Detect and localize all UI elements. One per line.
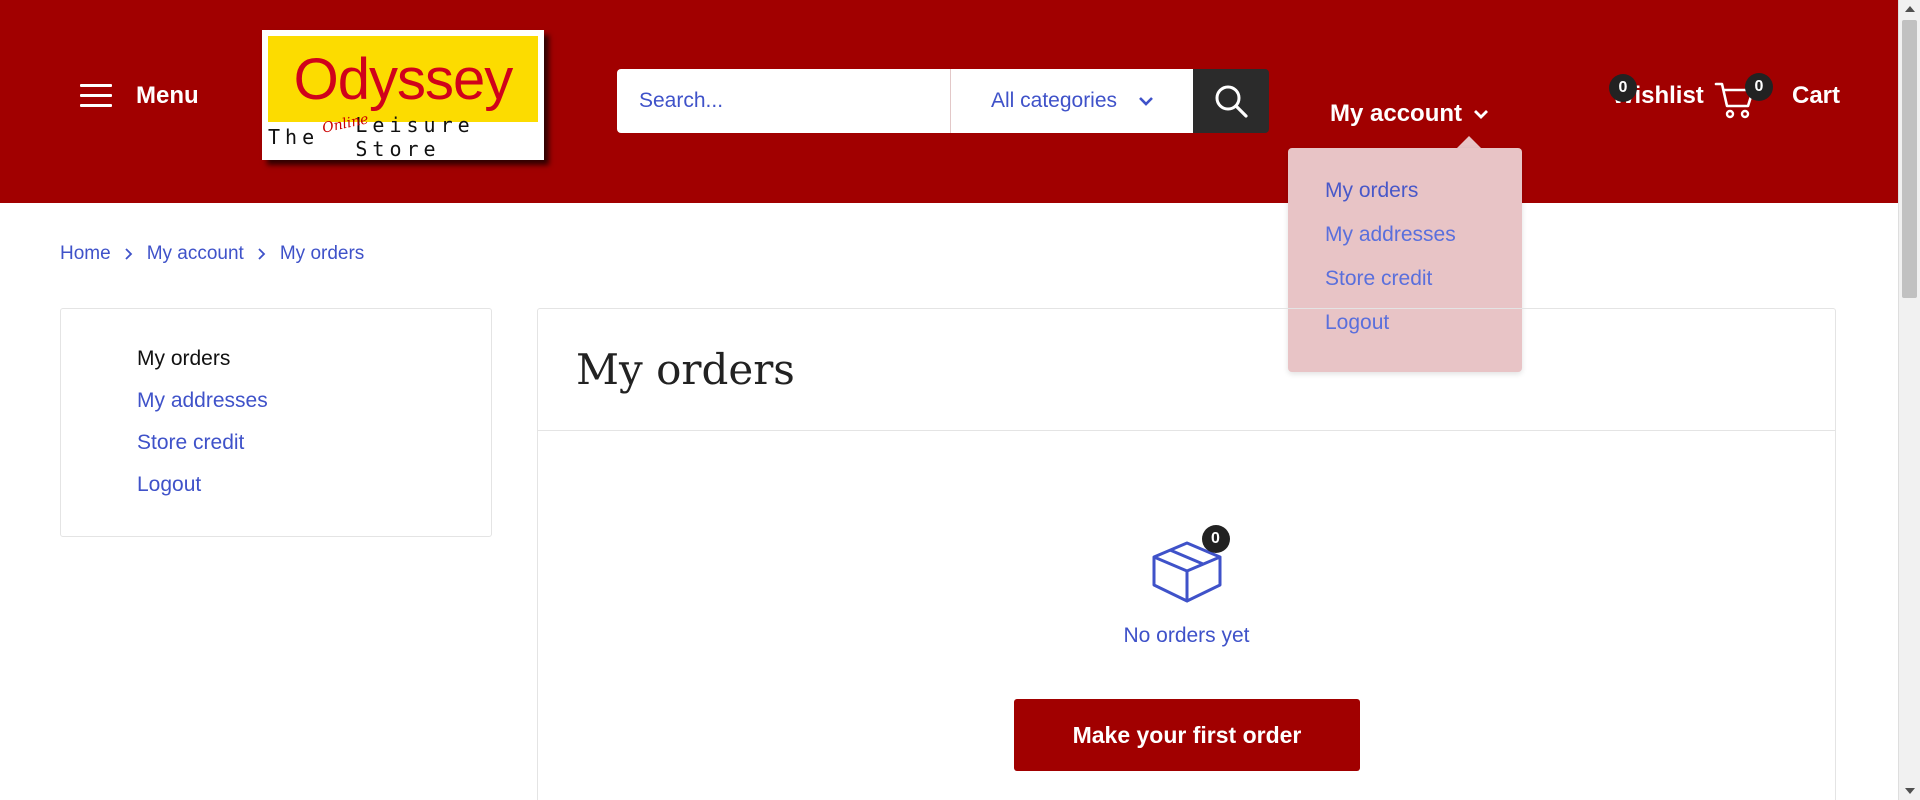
search-icon [1215,85,1248,118]
sidebar-item-logout[interactable]: Logout [137,473,491,515]
logo-tagline: The Leisure Store Online [268,111,475,161]
sidebar-item-store-credit[interactable]: Store credit [137,431,491,473]
site-header: Menu Odyssey The Leisure Store Online Al… [0,0,1898,203]
category-select-label: All categories [990,89,1118,112]
my-account-label: My account [1330,100,1463,127]
breadcrumb-my-orders[interactable]: My orders [280,243,364,265]
chevron-down-icon [1474,110,1489,119]
search-bar: All categories [617,69,1269,133]
scroll-up-arrow[interactable] [1905,6,1915,12]
dropdown-item-my-addresses[interactable]: My addresses [1325,222,1522,266]
empty-state-text: No orders yet [1123,624,1250,647]
empty-state: 0 No orders yet [538,525,1835,648]
page-scrollbar[interactable] [1898,0,1920,800]
account-sidebar: My orders My addresses Store credit Logo… [60,308,492,537]
scroll-thumb[interactable] [1902,20,1917,298]
cart-link[interactable]: Cart [1792,82,1840,110]
search-button[interactable] [1193,69,1269,133]
hamburger-icon [80,84,112,108]
sidebar-item-my-orders[interactable]: My orders [137,347,491,389]
breadcrumb-my-account[interactable]: My account [147,243,244,265]
chevron-right-icon [125,248,132,260]
store-logo[interactable]: Odyssey The Leisure Store Online [262,30,544,161]
search-input[interactable] [617,69,951,133]
orders-card-header: My orders [538,309,1835,431]
menu-label: Menu [136,82,199,109]
my-account-toggle[interactable]: My account [1330,100,1489,128]
wishlist-count-badge: 0 [1609,74,1637,102]
category-select[interactable]: All categories [951,69,1193,133]
chevron-down-icon [1139,97,1153,106]
breadcrumb: Home My account My orders [60,243,364,265]
page: Menu Odyssey The Leisure Store Online Al… [0,0,1898,800]
page-title: My orders [576,345,795,394]
orders-card: My orders 0 No orders yet Make your firs… [537,308,1836,800]
chevron-right-icon [258,248,266,260]
scroll-down-arrow[interactable] [1905,788,1915,794]
make-first-order-button[interactable]: Make your first order [1014,699,1360,771]
cart-count-badge: 0 [1745,73,1773,101]
dropdown-item-store-credit[interactable]: Store credit [1325,266,1522,310]
dropdown-item-my-orders[interactable]: My orders [1325,178,1522,222]
box-icon-wrapper: 0 [1150,525,1230,605]
logo-brand: Odyssey [268,36,538,122]
sidebar-item-my-addresses[interactable]: My addresses [137,389,491,431]
orders-count-badge: 0 [1201,525,1230,553]
menu-button[interactable]: Menu [80,82,199,110]
breadcrumb-home[interactable]: Home [60,243,111,265]
